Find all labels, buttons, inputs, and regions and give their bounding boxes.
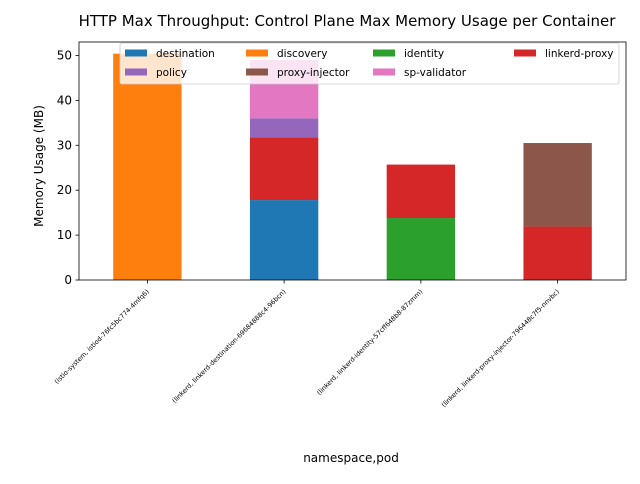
legend-label-policy: policy — [156, 67, 187, 79]
chart: HTTP Max Throughput: Control Plane Max M… — [0, 0, 640, 480]
legend-label-linkerd-proxy: linkerd-proxy — [545, 48, 614, 60]
legend-label-identity: identity — [404, 48, 444, 60]
y-tick-label: 0 — [64, 273, 72, 287]
chart-canvas: HTTP Max Throughput: Control Plane Max M… — [32, 12, 627, 465]
y-tick-label: 50 — [57, 48, 72, 62]
bar-segment-discovery — [113, 53, 182, 280]
bar-segment-policy — [249, 118, 319, 138]
bar-segment-proxy-injector — [523, 143, 592, 227]
bar-segment-destination — [249, 200, 319, 280]
legend-label-destination: destination — [156, 48, 215, 60]
bar-segment-linkerd-proxy — [523, 226, 592, 280]
legend-label-proxy-injector: proxy-injector — [277, 67, 350, 79]
legend-swatch-policy — [125, 68, 147, 76]
y-tick-label: 30 — [57, 138, 72, 152]
legend-swatch-discovery — [246, 49, 268, 57]
x-tick-label: (linkerd, linkerd-identity-57cff648b8-87… — [315, 288, 424, 397]
legend: destination discovery identity linkerd-prox… — [119, 42, 620, 85]
x-tick-label: (istio-system, istiod-76fc5bc774-4mfq6) — [53, 288, 151, 386]
y-tick-label: 10 — [57, 228, 72, 242]
x-tick-label: (linkerd, linkerd-destination-69684888c4… — [171, 288, 288, 405]
bar-segment-linkerd-proxy — [249, 137, 319, 201]
bar-segment-linkerd-proxy — [386, 164, 456, 219]
legend-label-sp-validator: sp-validator — [404, 67, 467, 79]
y-tick-label: 20 — [57, 183, 72, 197]
y-tick-label: 40 — [57, 93, 72, 107]
bars-layer — [113, 53, 592, 280]
y-axis-label: Memory Usage (MB) — [32, 105, 46, 227]
legend-swatch-destination — [125, 49, 147, 57]
bar-segment-identity — [386, 218, 456, 280]
legend-swatch-proxy-injector — [246, 68, 268, 76]
legend-label-discovery: discovery — [277, 48, 327, 60]
legend-swatch-linkerd-proxy — [514, 49, 536, 57]
legend-swatch-identity — [373, 49, 395, 57]
x-axis-label: namespace,pod — [303, 451, 399, 465]
chart-title: HTTP Max Throughput: Control Plane Max M… — [79, 12, 617, 30]
legend-swatch-sp-validator — [373, 68, 395, 76]
x-tick-label: (linkerd, linkerd-proxy-injector-796448c… — [440, 288, 561, 409]
